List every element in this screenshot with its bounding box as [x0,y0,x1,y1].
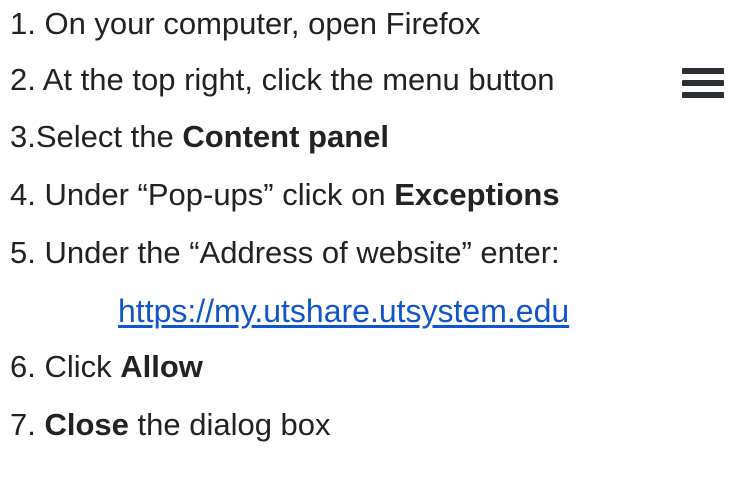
step-6-prefix: 6. Click [10,349,121,384]
step-3: 3.Select the Content panel [10,117,389,157]
step-4-bold: Exceptions [394,177,560,212]
step-5-text: 5. Under the “Address of website” enter: [10,235,560,270]
instruction-list: 1. On your computer, open Firefox 2. At … [0,0,742,504]
step-7: 7. Close the dialog box [10,405,331,445]
hamburger-menu-icon [682,68,724,98]
step-4: 4. Under “Pop-ups” click on Exceptions [10,175,560,215]
step-3-prefix: 3.Select the [10,119,183,154]
step-4-prefix: 4. Under “Pop-ups” click on [10,177,395,212]
step-1-text: 1. On your computer, open Firefox [10,6,481,41]
step-7-bold: Close [44,407,129,442]
step-2-text: 2. At the top right, click the menu butt… [10,62,555,97]
step-1: 1. On your computer, open Firefox [10,4,480,44]
website-address: https://my.utshare.utsystem.edu [118,290,569,332]
step-7-suffix: the dialog box [128,407,331,442]
step-6-bold: Allow [120,349,203,384]
website-link[interactable]: https://my.utshare.utsystem.edu [118,293,569,329]
step-7-prefix: 7. [10,407,45,442]
step-5: 5. Under the “Address of website” enter: [10,233,560,273]
step-6: 6. Click Allow [10,347,203,387]
step-3-bold: Content panel [182,119,390,154]
step-2: 2. At the top right, click the menu butt… [10,60,555,100]
